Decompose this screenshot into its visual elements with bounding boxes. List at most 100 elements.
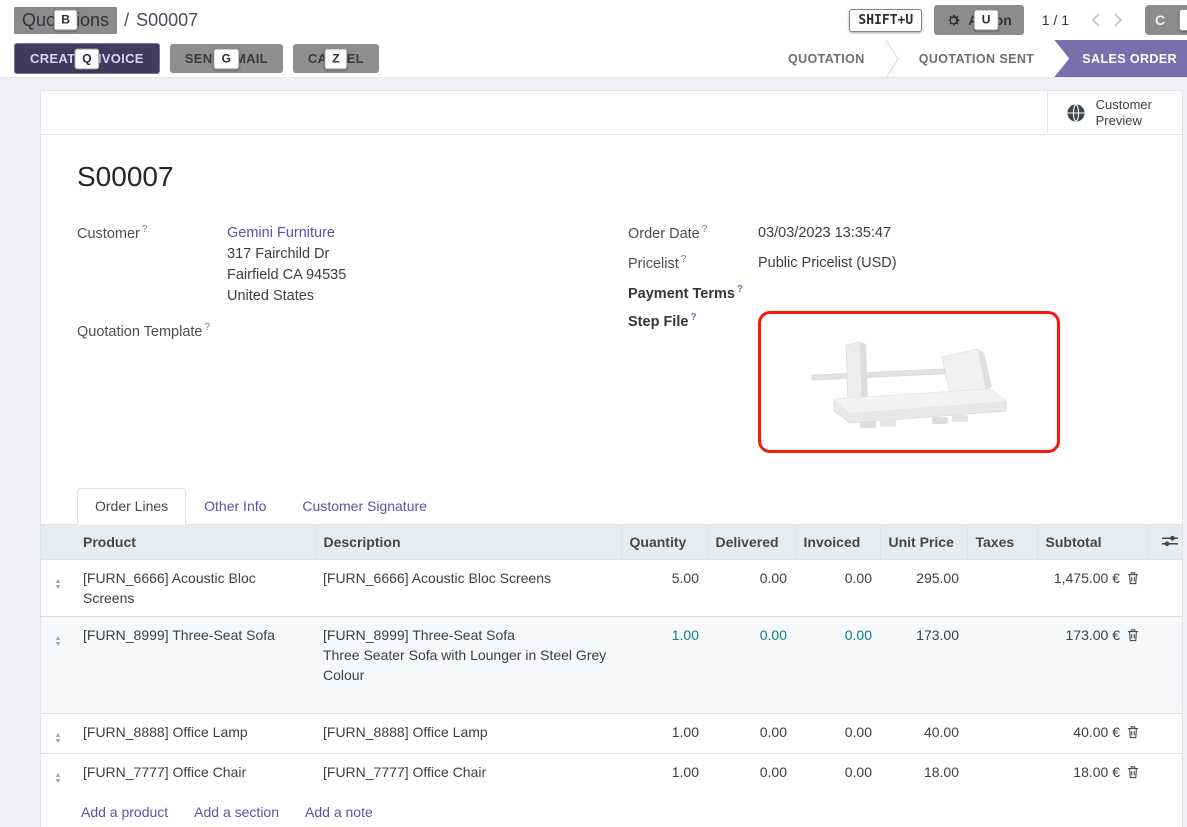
order-line-row[interactable]: ▲▼ [FURN_6666] Acoustic Bloc Screens [FU… (41, 559, 1183, 616)
breadcrumb-record: S00007 (136, 10, 198, 31)
delete-row-icon[interactable] (1127, 628, 1139, 642)
status-step-quotation-sent[interactable]: QUOTATION SENT (899, 40, 1055, 77)
pricelist-field-value[interactable]: Public Pricelist (USD) (758, 253, 897, 274)
cell-taxes[interactable] (967, 616, 1037, 713)
create-invoice-button[interactable]: CREATE INVOICE Q (14, 43, 160, 74)
add-a-note-link[interactable]: Add a note (305, 804, 373, 820)
cell-quantity[interactable]: 1.00 (621, 753, 707, 793)
field-customer: Customer? Gemini Furniture 317 Fairchild… (77, 223, 628, 307)
header-quantity[interactable]: Quantity (621, 525, 707, 560)
record-action-buttons: CREATE INVOICE Q SEND EMAIL G CANCEL Z (14, 40, 379, 77)
drag-handle-icon[interactable]: ▲▼ (55, 770, 62, 785)
cell-taxes[interactable] (967, 753, 1037, 793)
cell-taxes[interactable] (967, 559, 1037, 616)
optional-columns-toggle[interactable] (1147, 525, 1183, 560)
cell-taxes[interactable] (967, 713, 1037, 753)
cell-description[interactable]: [FURN_6666] Acoustic Bloc Screens (315, 559, 621, 616)
customer-field-label: Customer? (77, 223, 227, 242)
tab-order-lines[interactable]: Order Lines (77, 488, 186, 525)
pager-next-icon[interactable] (1114, 13, 1123, 27)
cell-unit-price[interactable]: 18.00 (880, 753, 967, 793)
create-button-label: C (1155, 12, 1165, 28)
drag-handle-icon[interactable]: ▲▼ (55, 730, 62, 745)
cell-quantity[interactable]: 5.00 (621, 559, 707, 616)
cell-delivered[interactable]: 0.00 (707, 616, 795, 713)
breadcrumb: Quotations B / S00007 (14, 7, 198, 34)
header-unit-price[interactable]: Unit Price (880, 525, 967, 560)
header-taxes[interactable]: Taxes (967, 525, 1037, 560)
hint-badge-cancel: Z (324, 48, 347, 69)
cell-unit-price[interactable]: 40.00 (880, 713, 967, 753)
header-subtotal[interactable]: Subtotal (1037, 525, 1147, 560)
cell-delivered[interactable]: 0.00 (707, 753, 795, 793)
hint-badge-breadcrumb: B (53, 10, 78, 31)
header-delivered[interactable]: Delivered (707, 525, 795, 560)
cancel-button[interactable]: CANCEL Z (293, 44, 379, 73)
cell-quantity[interactable]: 1.00 (621, 713, 707, 753)
add-a-section-link[interactable]: Add a section (194, 804, 279, 820)
order-line-row[interactable]: ▲▼ [FURN_7777] Office Chair [FURN_7777] … (41, 753, 1183, 793)
status-step-label: QUOTATION SENT (919, 52, 1035, 66)
hint-badge-send-email: G (214, 48, 239, 69)
tab-customer-signature[interactable]: Customer Signature (284, 488, 445, 524)
hint-badge-create-invoice: Q (74, 48, 99, 69)
tab-other-info[interactable]: Other Info (186, 488, 284, 524)
status-step-quotation[interactable]: QUOTATION (768, 40, 885, 77)
status-bar: QUOTATION QUOTATION SENT SALES ORDER (768, 40, 1187, 77)
action-menu-button[interactable]: Action U (934, 5, 1024, 35)
status-step-separator-icon (885, 40, 899, 77)
drag-handle-icon[interactable]: ▲▼ (55, 576, 62, 591)
header-product[interactable]: Product (75, 525, 315, 560)
order-line-row[interactable]: ▲▼ [FURN_8999] Three-Seat Sofa [FURN_899… (41, 616, 1183, 713)
delete-row-icon[interactable] (1127, 571, 1139, 585)
help-icon: ? (142, 224, 148, 235)
help-icon: ? (690, 312, 696, 323)
header-handle (41, 525, 75, 560)
cell-quantity[interactable]: 1.00 (621, 616, 707, 713)
field-column-right: Order Date? 03/03/2023 13:35:47 Pricelis… (628, 223, 1146, 462)
cell-product[interactable]: [FURN_8888] Office Lamp (75, 713, 315, 753)
help-icon: ? (702, 224, 708, 235)
notebook-tabs: Order Lines Other Info Customer Signatur… (41, 488, 1182, 525)
cell-product[interactable]: [FURN_6666] Acoustic Bloc Screens (75, 559, 315, 616)
header-description[interactable]: Description (315, 525, 621, 560)
cell-invoiced[interactable]: 0.00 (795, 753, 880, 793)
order-date-field-label: Order Date? (628, 223, 758, 242)
drag-handle-icon[interactable]: ▲▼ (55, 633, 62, 648)
cell-invoiced[interactable]: 0.00 (795, 616, 880, 713)
delete-row-icon[interactable] (1127, 725, 1139, 739)
cell-product[interactable]: [FURN_8999] Three-Seat Sofa (75, 616, 315, 713)
order-line-row[interactable]: ▲▼ [FURN_8888] Office Lamp [FURN_8888] O… (41, 713, 1183, 753)
customer-address-line: United States (227, 286, 346, 307)
cell-invoiced[interactable]: 0.00 (795, 559, 880, 616)
status-step-sales-order[interactable]: SALES ORDER (1054, 40, 1187, 77)
cell-description[interactable]: [FURN_8999] Three-Seat Sofa Three Seater… (315, 616, 621, 713)
step-file-preview[interactable] (758, 311, 1060, 453)
cell-unit-price[interactable]: 173.00 (880, 616, 967, 713)
pager-arrows (1091, 13, 1123, 27)
create-button-clipped[interactable]: C (1145, 5, 1187, 35)
cell-product[interactable]: [FURN_7777] Office Chair (75, 753, 315, 793)
pager-previous-icon[interactable] (1091, 13, 1100, 27)
cell-unit-price[interactable]: 295.00 (880, 559, 967, 616)
stat-button-strip: Customer Preview (41, 91, 1182, 135)
cell-subtotal: 1,475.00 € (1037, 559, 1147, 616)
customer-link[interactable]: Gemini Furniture (227, 225, 335, 241)
cell-delivered[interactable]: 0.00 (707, 559, 795, 616)
send-email-button[interactable]: SEND EMAIL G (170, 44, 283, 73)
cell-description[interactable]: [FURN_8888] Office Lamp (315, 713, 621, 753)
customer-field-value: Gemini Furniture 317 Fairchild Dr Fairfi… (227, 223, 346, 307)
help-icon: ? (737, 284, 743, 295)
cell-delivered[interactable]: 0.00 (707, 713, 795, 753)
sheet-body: S00007 Customer? Gemini Furniture 317 Fa… (41, 135, 1182, 462)
order-date-field-value[interactable]: 03/03/2023 13:35:47 (758, 223, 891, 244)
breadcrumb-quotations[interactable]: Quotations B (14, 7, 117, 34)
cell-description[interactable]: [FURN_7777] Office Chair (315, 753, 621, 793)
customer-preview-button[interactable]: Customer Preview (1047, 91, 1182, 134)
add-a-product-link[interactable]: Add a product (81, 804, 168, 820)
cell-invoiced[interactable]: 0.00 (795, 713, 880, 753)
header-invoiced[interactable]: Invoiced (795, 525, 880, 560)
customer-preview-label: Customer Preview (1096, 97, 1152, 129)
delete-row-icon[interactable] (1127, 765, 1139, 779)
table-footer-links: Add a product Add a section Add a note (41, 793, 1182, 827)
